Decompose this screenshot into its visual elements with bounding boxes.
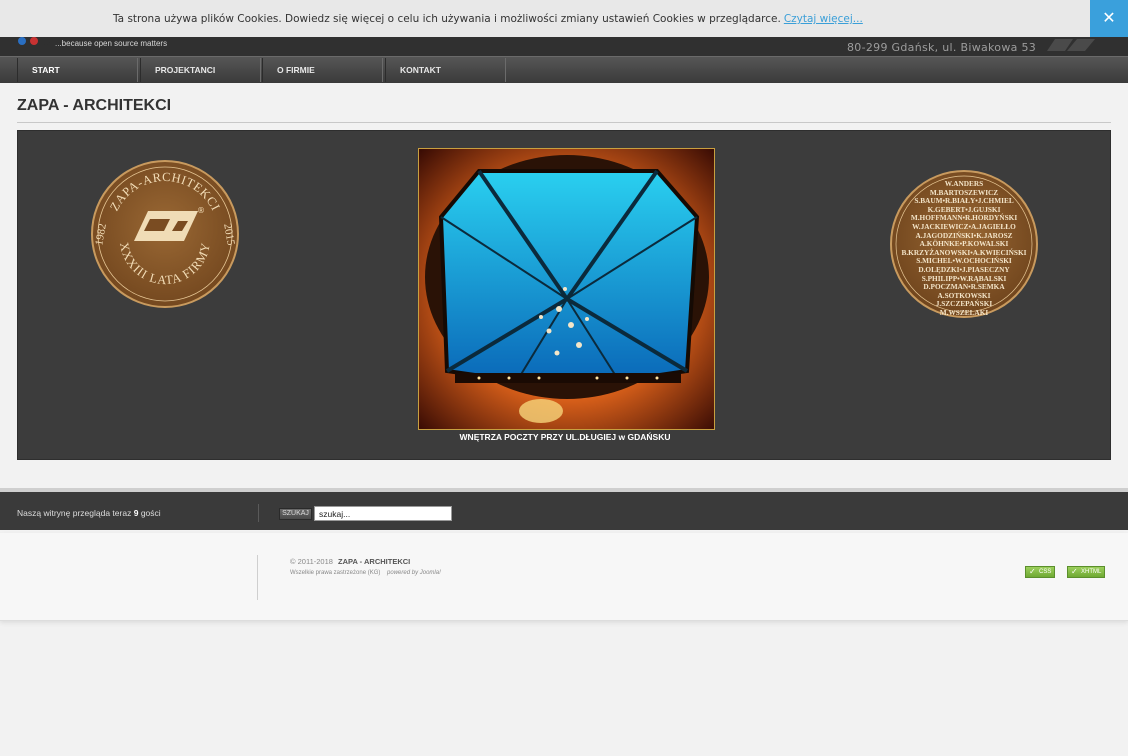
visitors-suffix: gości [140, 508, 161, 518]
photo-caption: WNĘTRZA POCZTY PRZY UL.DŁUGIEJ w GDAŃSKU [459, 432, 671, 442]
copyright-years: © 2011-2018 [290, 557, 333, 566]
cookie-close-button[interactable]: ✕ [1090, 0, 1128, 37]
banner-slide: ZAPA-ARCHITEKCI XXXIII LATA FIRMY 1982 2… [17, 130, 1111, 460]
page-title: ZAPA - ARCHITEKCI [17, 97, 172, 114]
logo-icon[interactable] [18, 37, 58, 45]
xhtml-valid-badge[interactable]: XHTML [1067, 566, 1106, 578]
visitor-counter: Naszą witrynę przegląda teraz 9 gości [17, 508, 161, 518]
search-button[interactable]: SZUKAJ [279, 508, 312, 520]
visitors-prefix: Naszą witrynę przegląda teraz [17, 508, 132, 518]
cookie-notice: Ta strona używa plików Cookies. Dowiedz … [0, 0, 1128, 37]
cookie-message: Ta strona używa plików Cookies. Dowiedz … [113, 13, 781, 25]
designer-names: W.ANDERS M.BARTOSZEWICZ S.BAUM•R.BIAŁY•J.C… [889, 179, 1039, 318]
site-footer: © 2011-2018 ZAPA - ARCHITEKCI Wszelkie p… [0, 533, 1128, 621]
css-valid-badge[interactable]: CSS [1025, 566, 1056, 578]
title-divider [17, 122, 1111, 123]
rights-notice: Wszelkie prawa zastrzeżone (KG) powered … [290, 570, 441, 576]
footer-divider [258, 504, 259, 522]
main-navigation: START PROJEKTANCI O FIRMIE KONTAKT [0, 56, 1128, 83]
designers-seal: W.ANDERS M.BARTOSZEWICZ S.BAUM•R.BIAŁY•J.C… [889, 169, 1039, 319]
anniversary-seal-icon: ZAPA-ARCHITEKCI XXXIII LATA FIRMY 1982 2… [91, 160, 239, 308]
designer-name: M.WSZELAKI [939, 307, 989, 317]
powered-by-link[interactable]: powered by Joomla! [387, 570, 441, 576]
featured-photo [418, 148, 715, 430]
cookie-text: Ta strona używa plików Cookies. Dowiedz … [113, 13, 863, 25]
nav-item-kontakt[interactable]: KONTAKT [385, 58, 506, 82]
copyright-name[interactable]: ZAPA - ARCHITEKCI [338, 557, 410, 566]
cookie-read-more-link[interactable]: Czytaj więcej... [784, 13, 863, 25]
registered-mark: ® [197, 206, 205, 215]
copyright: © 2011-2018 ZAPA - ARCHITEKCI [290, 557, 410, 566]
glass-dome-image [419, 149, 714, 429]
site-tagline: ...because open source matters [55, 39, 168, 48]
footer-bar: Naszą witrynę przegląda teraz 9 gości SZ… [0, 488, 1128, 530]
search-input[interactable] [314, 506, 452, 521]
nav-item-projektanci[interactable]: PROJEKTANCI [140, 58, 261, 82]
nav-item-start[interactable]: START [17, 58, 138, 82]
company-address: 80-299 Gdańsk, ul. Biwakowa 53 [847, 41, 1037, 54]
rights-text: Wszelkie prawa zastrzeżone (KG) [290, 570, 381, 576]
zapa-logo-icon [1047, 39, 1095, 51]
visitors-count: 9 [133, 508, 139, 518]
footer-divider [257, 555, 258, 600]
nav-item-o-firmie[interactable]: O FIRMIE [262, 58, 383, 82]
